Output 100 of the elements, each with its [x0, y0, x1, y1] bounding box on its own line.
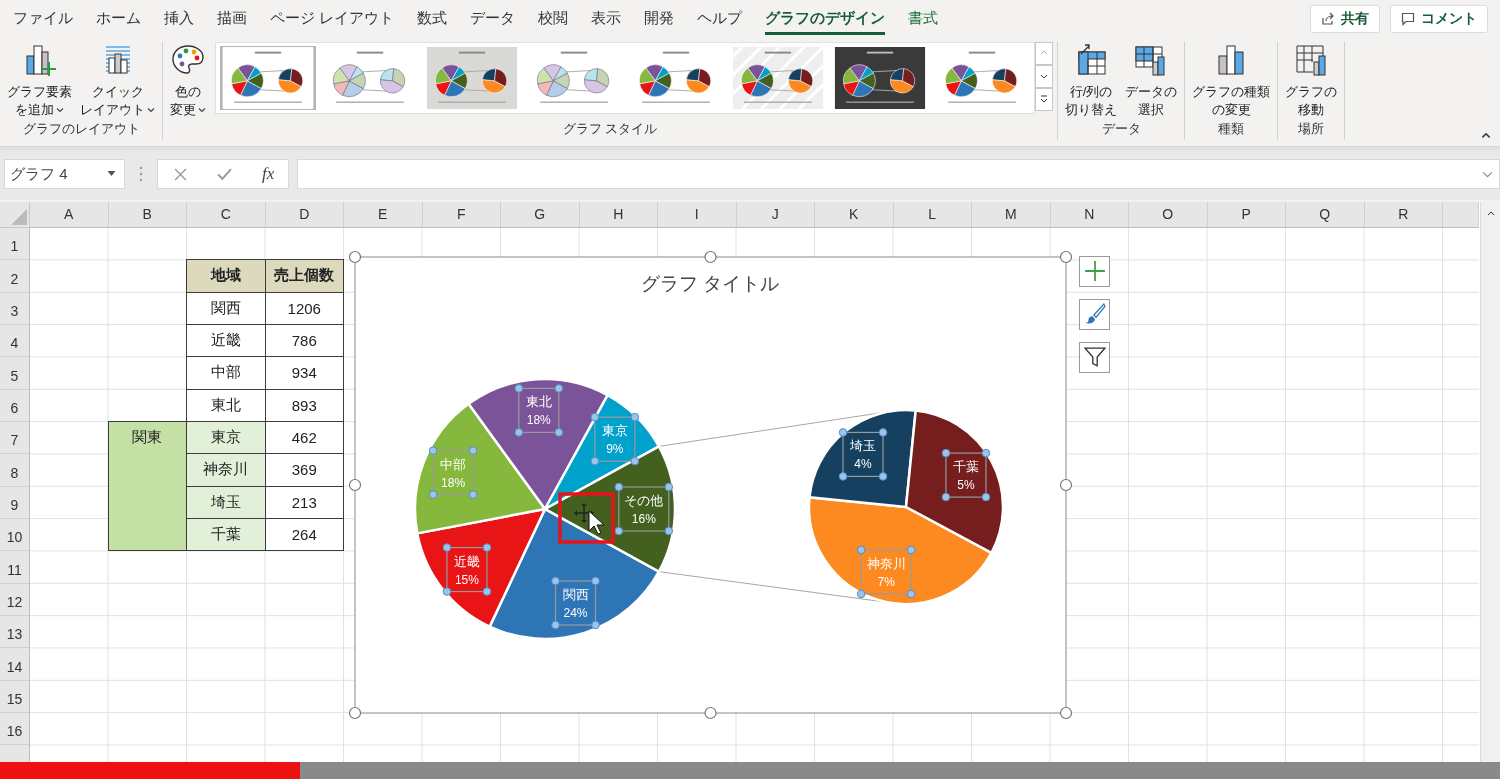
- ribbon-tab[interactable]: 書式: [908, 2, 939, 35]
- chart-style-option[interactable]: [832, 45, 928, 110]
- ribbon-button[interactable]: 行/列の 切り替え: [1062, 41, 1120, 119]
- name-box[interactable]: グラフ 4: [4, 159, 125, 190]
- column-header[interactable]: Q: [1286, 201, 1365, 228]
- vertical-scrollbar[interactable]: [1480, 201, 1500, 762]
- column-header[interactable]: A: [30, 201, 109, 228]
- caret-down-icon[interactable]: [1482, 170, 1493, 178]
- ribbon-button[interactable]: グラフの種類 の変更: [1189, 41, 1273, 119]
- column-header[interactable]: I: [658, 201, 737, 228]
- column-header[interactable]: G: [501, 201, 580, 228]
- highlight-frame: [558, 492, 615, 544]
- chart-styles-button[interactable]: [1079, 298, 1110, 330]
- row-header[interactable]: 15: [0, 680, 30, 714]
- ribbon-tab[interactable]: データ: [470, 2, 516, 35]
- column-header[interactable]: H: [579, 201, 658, 228]
- chart-elements-button[interactable]: [1079, 255, 1110, 287]
- chart-title[interactable]: グラフ タイトル: [640, 272, 780, 294]
- row-header[interactable]: 2: [0, 260, 30, 293]
- row-header[interactable]: 13: [0, 616, 30, 649]
- plus-icon: [1083, 260, 1106, 283]
- ribbon-tab[interactable]: 校閲: [538, 2, 569, 35]
- slice-label: 東北: [525, 394, 552, 410]
- check-icon[interactable]: [217, 167, 232, 181]
- ribbon-button[interactable]: グラフの 移動: [1282, 41, 1340, 119]
- data-label: 5%: [957, 478, 975, 493]
- row-header[interactable]: 10: [0, 519, 30, 552]
- column-header[interactable]: L: [893, 201, 972, 228]
- ribbon-tab[interactable]: 表示: [591, 2, 622, 35]
- data-label: 18%: [526, 413, 552, 428]
- data-label: 9%: [606, 442, 624, 457]
- ribbon-tab[interactable]: 挿入: [164, 2, 194, 35]
- ribbon-button[interactable]: 色の 変更: [167, 41, 209, 119]
- column-header[interactable]: E: [344, 201, 423, 228]
- table-cell: 関西: [186, 291, 266, 325]
- ribbon-button[interactable]: データの 選択: [1122, 41, 1180, 119]
- row-header[interactable]: 14: [0, 648, 30, 681]
- ribbon-tab[interactable]: 数式: [417, 2, 448, 35]
- row-header[interactable]: 8: [0, 454, 30, 487]
- ribbon-tab[interactable]: ページ レイアウト: [270, 2, 395, 35]
- column-header[interactable]: B: [108, 201, 187, 228]
- expand-icon: [1039, 94, 1049, 105]
- ribbon-tab[interactable]: ファイル: [13, 2, 73, 35]
- ribbon-tab[interactable]: ヘルプ: [697, 2, 743, 35]
- resize-handle[interactable]: [704, 706, 717, 719]
- row-header[interactable]: 3: [0, 292, 30, 325]
- ribbon-button[interactable]: クイック レイアウト: [77, 41, 158, 119]
- column-header[interactable]: M: [972, 201, 1051, 228]
- ribbon-button[interactable]: グラフ要素 を追加: [4, 41, 75, 119]
- column-header[interactable]: R: [1364, 201, 1443, 228]
- chart-style-option[interactable]: [424, 45, 520, 110]
- formula-input[interactable]: [297, 159, 1500, 190]
- resize-handle[interactable]: [348, 706, 362, 719]
- column-header[interactable]: K: [815, 201, 894, 228]
- pie-slice[interactable]: [807, 495, 993, 606]
- resize-handle[interactable]: [1059, 478, 1073, 491]
- chart-style-option[interactable]: [730, 45, 826, 110]
- pie-slice[interactable]: [904, 409, 1005, 555]
- row-header[interactable]: 11: [0, 551, 30, 584]
- chart-style-option[interactable]: [220, 45, 316, 110]
- column-header[interactable]: P: [1207, 201, 1286, 228]
- ribbon-tab[interactable]: グラフのデザイン: [765, 2, 886, 35]
- row-header[interactable]: 12: [0, 583, 30, 617]
- share-button[interactable]: 共有: [1310, 4, 1380, 33]
- resize-handle[interactable]: [704, 250, 717, 263]
- filter-icon: [1083, 346, 1106, 369]
- ribbon-tab[interactable]: 描画: [217, 2, 247, 35]
- resize-handle[interactable]: [348, 478, 362, 491]
- row-header[interactable]: 4: [0, 324, 30, 358]
- column-header[interactable]: O: [1129, 201, 1208, 228]
- row-header[interactable]: 7: [0, 421, 30, 455]
- resize-handle[interactable]: [1059, 250, 1073, 263]
- row-header[interactable]: 9: [0, 486, 30, 519]
- column-header[interactable]: D: [265, 201, 344, 228]
- group-label: データ: [1101, 121, 1141, 139]
- resize-handle[interactable]: [1059, 706, 1073, 719]
- cancel-icon[interactable]: [174, 167, 187, 181]
- slice-label: 千葉: [952, 459, 979, 475]
- gallery-more-button[interactable]: [1035, 87, 1053, 111]
- column-header[interactable]: J: [736, 201, 815, 228]
- comment-button[interactable]: コメント: [1390, 4, 1488, 33]
- resize-handle[interactable]: [348, 250, 362, 263]
- table-cell: 埼玉: [186, 485, 266, 519]
- chart-filters-button[interactable]: [1079, 341, 1110, 373]
- pie-slice[interactable]: [543, 445, 677, 573]
- row-header[interactable]: 5: [0, 357, 30, 390]
- row-header[interactable]: 16: [0, 713, 30, 746]
- ribbon-tab[interactable]: 開発: [644, 2, 675, 35]
- pie-chart-icon: [426, 46, 518, 109]
- row-header[interactable]: 1: [0, 227, 30, 261]
- insert-function-button[interactable]: fx: [262, 164, 275, 185]
- slice-label: 関西: [562, 586, 589, 602]
- ribbon-tab[interactable]: ホーム: [96, 2, 141, 35]
- caret-icon: [198, 105, 206, 114]
- share-icon: [1321, 11, 1335, 26]
- row-header[interactable]: 6: [0, 389, 30, 422]
- table-cell: 関東: [107, 420, 187, 552]
- column-header[interactable]: N: [1050, 201, 1129, 228]
- column-header[interactable]: C: [187, 201, 266, 228]
- column-header[interactable]: F: [422, 201, 501, 228]
